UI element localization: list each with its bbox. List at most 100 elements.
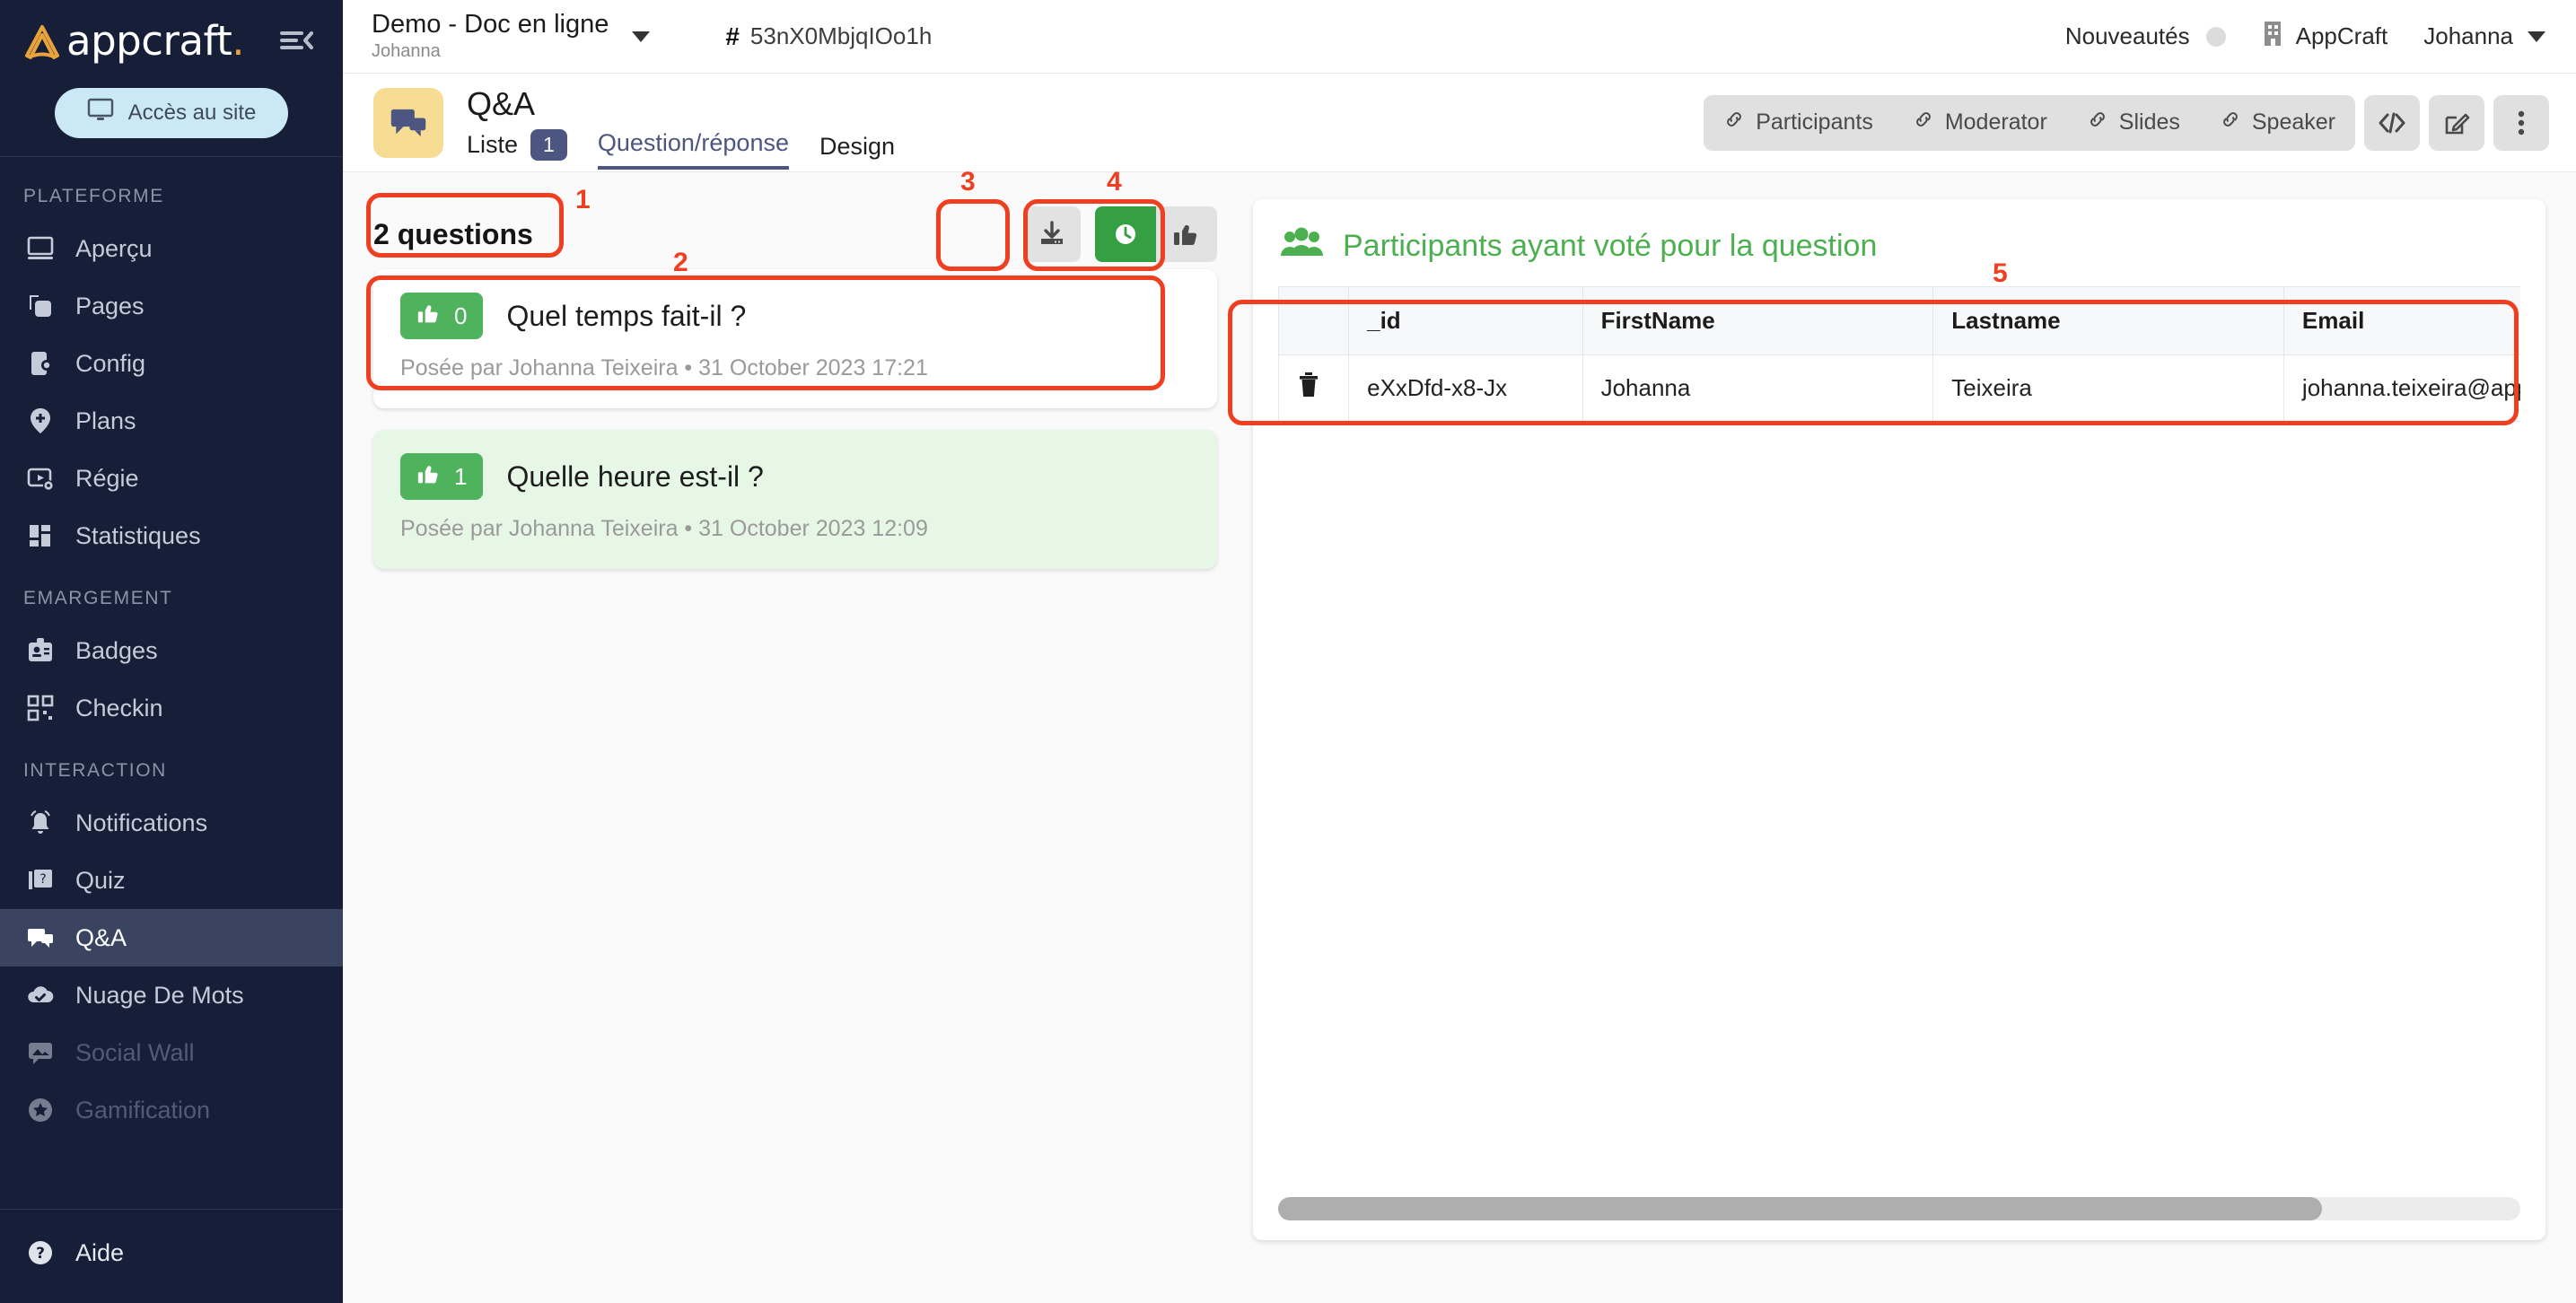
user-menu[interactable]: Johanna: [2423, 22, 2545, 50]
more-options-button[interactable]: [2493, 95, 2549, 151]
question-card-row: 1 Quelle heure est-il ?: [400, 453, 1190, 500]
cloud-check-icon: [25, 980, 56, 1010]
question-text: Quel temps fait-il ?: [506, 300, 746, 333]
brand-dot: .: [232, 17, 244, 65]
question-card[interactable]: 1 Quelle heure est-il ? Posée par Johann…: [373, 430, 1217, 569]
voters-table-wrap: _id FirstName Lastname Email Da: [1278, 286, 2520, 1190]
event-code-value: 53nX0MbjqIOo1h: [750, 22, 932, 50]
link-speaker-button[interactable]: Speaker: [2200, 95, 2355, 151]
column-email: Email: [2283, 287, 2520, 355]
hash-icon: #: [725, 22, 740, 51]
link-label: Speaker: [2252, 109, 2335, 136]
questions-toolbar: 2 questions: [373, 199, 1217, 269]
column-lastname: Lastname: [1933, 287, 2284, 355]
star-icon: [25, 1095, 56, 1125]
top-bar-right: Nouveautés AppCraft Johanna: [2065, 20, 2545, 53]
question-meta: Posée par Johanna Teixeira • 31 October …: [400, 355, 1190, 381]
vote-count-badge: 1: [400, 453, 483, 500]
badge-icon: [25, 635, 56, 666]
table-row[interactable]: eXxDfd-x8-Jx Johanna Teixeira johanna.te…: [1279, 355, 2521, 422]
sidebar-group-plateforme-title: PLATEFORME: [0, 162, 343, 220]
sidebar-item-checkin[interactable]: Checkin: [0, 679, 343, 737]
sidebar-item-apercu[interactable]: Aperçu: [0, 220, 343, 277]
access-site-label: Accès au site: [128, 101, 257, 126]
voters-panel: Participants ayant voté pour la question…: [1253, 199, 2545, 1240]
page-tabs: Liste 1 Question/réponse Design: [467, 129, 895, 171]
questions-toolbar-actions: [1023, 206, 1217, 262]
embed-code-button[interactable]: [2364, 95, 2420, 151]
sidebar-item-config[interactable]: Config: [0, 335, 343, 392]
top-bar: Demo - Doc en ligne Johanna # 53nX0MbjqI…: [343, 0, 2576, 74]
sidebar-item-nuage-de-mots[interactable]: Nuage De Mots: [0, 966, 343, 1024]
sidebar-item-gamification[interactable]: Gamification: [0, 1081, 343, 1139]
tab-label: Design: [819, 133, 895, 161]
tab-question-reponse[interactable]: Question/réponse: [598, 129, 789, 170]
sidebar-item-statistiques[interactable]: Statistiques: [0, 507, 343, 564]
sort-by-votes-button[interactable]: [1156, 206, 1217, 262]
tab-liste[interactable]: Liste 1: [467, 129, 567, 171]
sort-segmented-control: [1095, 206, 1217, 262]
project-selector[interactable]: Demo - Doc en ligne Johanna: [372, 11, 650, 61]
sidebar-item-pages[interactable]: Pages: [0, 277, 343, 335]
project-name: Demo - Doc en ligne: [372, 11, 609, 38]
sidebar-item-aide[interactable]: ? Aide: [0, 1224, 343, 1281]
link-participants-button[interactable]: Participants: [1704, 95, 1893, 151]
question-card[interactable]: 0 Quel temps fait-il ? Posée par Johanna…: [373, 269, 1217, 408]
sidebar-item-label: Q&A: [75, 924, 127, 952]
scrollbar-thumb[interactable]: [1278, 1197, 2322, 1220]
tab-design[interactable]: Design: [819, 133, 895, 170]
voters-table-body: eXxDfd-x8-Jx Johanna Teixeira johanna.te…: [1279, 355, 2521, 422]
appcraft-logo[interactable]: appcraft.: [23, 17, 244, 65]
sidebar-item-regie[interactable]: Régie: [0, 450, 343, 507]
column-id: _id: [1349, 287, 1582, 355]
tab-label: Question/réponse: [598, 129, 789, 157]
table-header-row: _id FirstName Lastname Email Da: [1279, 287, 2521, 355]
sidebar-item-label: Aperçu: [75, 235, 153, 263]
link-slides-button[interactable]: Slides: [2067, 95, 2200, 151]
voters-table: _id FirstName Lastname Email Da: [1278, 286, 2520, 422]
sidebar-item-notifications[interactable]: Notifications: [0, 794, 343, 852]
cell-lastname: Teixeira: [1933, 355, 2284, 422]
sidebar-collapse-button[interactable]: [276, 27, 316, 54]
sidebar-item-label: Badges: [75, 637, 158, 665]
column-firstname: FirstName: [1582, 287, 1933, 355]
table-horizontal-scrollbar[interactable]: [1278, 1197, 2520, 1220]
cell-id: eXxDfd-x8-Jx: [1349, 355, 1582, 422]
qa-page-icon: [373, 88, 443, 158]
tab-label: Liste: [467, 131, 518, 159]
link-icon: [1723, 109, 1745, 136]
brand-name: appcraft: [66, 17, 232, 65]
sidebar-group-emargement-title: EMARGEMENT: [0, 564, 343, 622]
organization-label: AppCraft: [2296, 22, 2388, 50]
sidebar-item-label: Config: [75, 350, 145, 378]
news-label: Nouveautés: [2065, 22, 2190, 50]
organization-selector[interactable]: AppCraft: [2262, 20, 2388, 53]
project-owner: Johanna: [372, 41, 609, 62]
sort-by-recent-button[interactable]: [1095, 206, 1156, 262]
sidebar-item-badges[interactable]: Badges: [0, 622, 343, 679]
cell-email: johanna.teixeira@appcraft.fr: [2283, 355, 2520, 422]
building-icon: [2262, 20, 2283, 53]
sidebar-item-label: Statistiques: [75, 522, 201, 550]
delete-icon[interactable]: [1297, 377, 1320, 404]
bell-icon: [25, 808, 56, 838]
sidebar-item-qa[interactable]: Q&A: [0, 909, 343, 966]
sidebar-item-plans[interactable]: Plans: [0, 392, 343, 450]
access-site-button[interactable]: Accès au site: [55, 88, 288, 138]
thumbs-up-icon: [416, 462, 442, 492]
export-button[interactable]: [1023, 206, 1081, 262]
event-code[interactable]: # 53nX0MbjqIOo1h: [725, 22, 932, 51]
sidebar-item-label: Plans: [75, 407, 136, 435]
map-pin-icon: [25, 406, 56, 436]
page-header-actions: Participants Moderator Slides Speaker: [1704, 95, 2549, 151]
pages-icon: [25, 291, 56, 321]
link-moderator-button[interactable]: Moderator: [1893, 95, 2067, 151]
sidebar-item-label: Régie: [75, 465, 139, 493]
news-button[interactable]: Nouveautés: [2065, 22, 2226, 50]
sidebar-item-social-wall[interactable]: Social Wall: [0, 1024, 343, 1081]
svg-text:?: ?: [39, 872, 46, 887]
edit-button[interactable]: [2429, 95, 2484, 151]
sidebar-item-quiz[interactable]: ? Quiz: [0, 852, 343, 909]
cell-firstname: Johanna: [1582, 355, 1933, 422]
quiz-icon: ?: [25, 865, 56, 896]
